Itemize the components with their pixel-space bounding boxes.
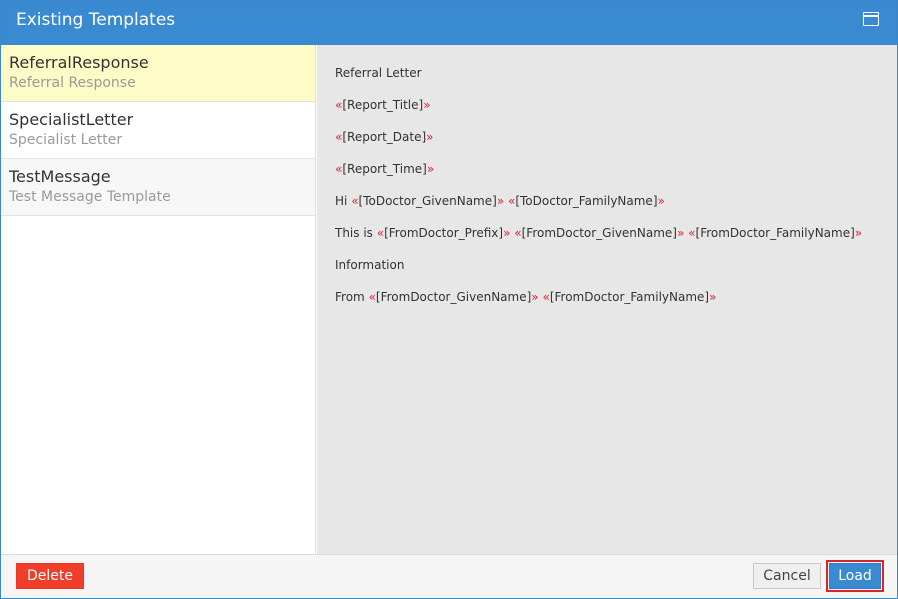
preview-line-report-date: «[Report_Date]» <box>335 129 434 145</box>
merge-close-quote: » <box>496 194 505 208</box>
merge-open-quote: « <box>514 226 522 240</box>
preview-text: Information <box>335 258 405 272</box>
merge-close-quote: » <box>677 226 685 240</box>
merge-open-quote: « <box>688 226 696 240</box>
template-name: SpecialistLetter <box>9 110 134 129</box>
existing-templates-dialog: Existing Templates ReferralResponse Refe… <box>0 0 898 599</box>
merge-open-quote: « <box>542 290 550 304</box>
merge-field: [ToDoctor_FamilyName] <box>515 194 658 208</box>
maximize-icon[interactable] <box>863 12 879 26</box>
template-description: Test Message Template <box>9 189 171 205</box>
template-name: ReferralResponse <box>9 53 149 72</box>
dialog-footer: Delete Cancel Load <box>1 554 897 598</box>
preview-line-greeting: Hi «[ToDoctor_GivenName]» «[ToDoctor_Fam… <box>335 193 665 209</box>
preview-line-report-title: «[Report_Title]» <box>335 97 431 113</box>
merge-field: [ToDoctor_GivenName] <box>358 194 497 208</box>
preview-text: Referral Letter <box>335 66 422 80</box>
template-item-test-message[interactable]: TestMessage Test Message Template <box>1 159 315 216</box>
merge-close-quote: » <box>709 290 717 304</box>
template-item-referral-response[interactable]: ReferralResponse Referral Response <box>1 45 315 102</box>
preview-line-heading: Referral Letter <box>335 65 422 81</box>
merge-field: [FromDoctor_GivenName] <box>521 226 677 240</box>
merge-field: [FromDoctor_GivenName] <box>375 290 532 304</box>
merge-close-quote: » <box>531 290 539 304</box>
title-bar: Existing Templates <box>1 1 897 45</box>
merge-field: [FromDoctor_FamilyName] <box>695 226 855 240</box>
template-preview: Referral Letter «[Report_Title]» «[Repor… <box>317 45 897 554</box>
preview-text: Hi <box>335 194 348 208</box>
merge-close-quote: » <box>423 98 431 112</box>
merge-open-quote: « <box>368 290 376 304</box>
preview-line-from: From «[FromDoctor_GivenName]» «[FromDoct… <box>335 289 716 305</box>
dialog-title: Existing Templates <box>16 10 176 30</box>
delete-button[interactable]: Delete <box>16 563 84 589</box>
cancel-button[interactable]: Cancel <box>753 563 821 589</box>
template-list: ReferralResponse Referral Response Speci… <box>1 45 316 554</box>
template-name: TestMessage <box>9 167 111 186</box>
preview-line-report-time: «[Report_Time]» <box>335 161 434 177</box>
load-button[interactable]: Load <box>829 563 881 589</box>
merge-close-quote: » <box>426 162 435 176</box>
merge-open-quote: « <box>376 226 385 240</box>
preview-text: From <box>335 290 365 304</box>
merge-close-quote: » <box>854 226 863 240</box>
merge-field: [Report_Time] <box>342 162 427 176</box>
preview-text: This is <box>335 226 373 240</box>
preview-line-introduction: This is «[FromDoctor_Prefix]» «[FromDoct… <box>335 225 862 241</box>
template-description: Specialist Letter <box>9 132 123 148</box>
template-description: Referral Response <box>9 75 136 91</box>
preview-line-information: Information <box>335 257 404 273</box>
merge-close-quote: » <box>657 194 665 208</box>
merge-field: [FromDoctor_Prefix] <box>384 226 504 240</box>
merge-field: [FromDoctor_FamilyName] <box>549 290 710 304</box>
merge-close-quote: » <box>503 226 511 240</box>
merge-field: [Report_Title] <box>342 98 424 112</box>
template-item-specialist-letter[interactable]: SpecialistLetter Specialist Letter <box>1 102 315 159</box>
merge-field: [Report_Date] <box>342 130 427 144</box>
merge-close-quote: » <box>426 130 434 144</box>
merge-open-quote: « <box>351 194 359 208</box>
